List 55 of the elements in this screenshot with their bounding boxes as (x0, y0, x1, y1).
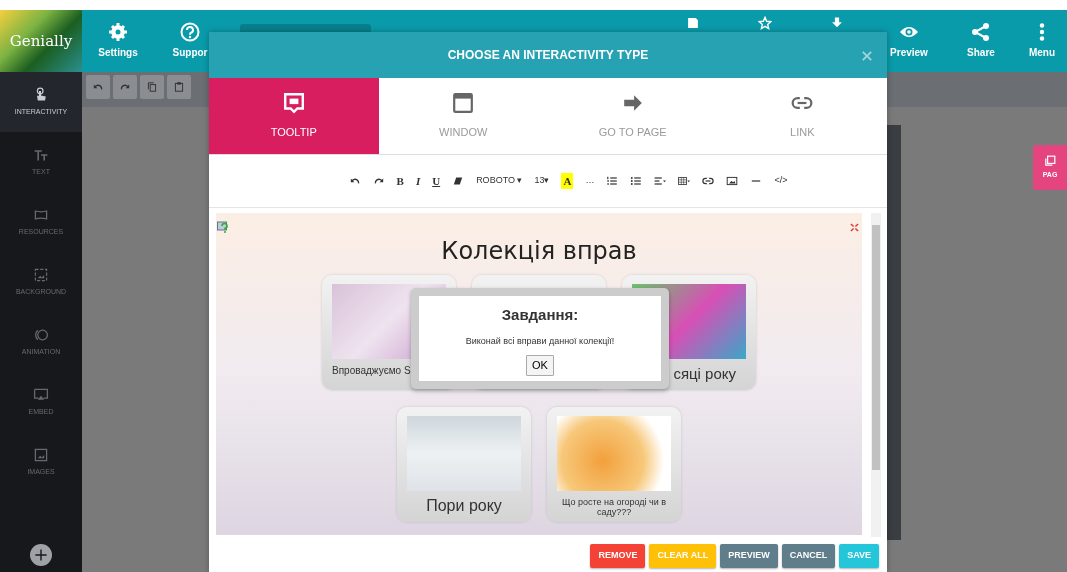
background-icon (33, 266, 49, 283)
scroll-thumb[interactable] (872, 225, 880, 470)
card-caption: сяці року (672, 364, 738, 383)
share-icon (971, 22, 991, 42)
format-button[interactable]: I (415, 172, 421, 190)
logo[interactable]: Genially (0, 10, 82, 72)
format-button[interactable]: ROBOTO ▾ (476, 174, 523, 188)
header-button[interactable]: Menu (1017, 10, 1067, 72)
format-button[interactable]: B (396, 172, 404, 190)
format-button[interactable]: 13▾ (534, 174, 550, 188)
toolbar-button[interactable] (86, 75, 110, 99)
plus-icon (34, 548, 48, 562)
ok-button[interactable]: OK (526, 355, 554, 376)
dialog-title: CHOOSE AN INTERACTIVITY TYPE (447, 47, 649, 64)
star-icon (758, 16, 772, 30)
image-icon[interactable] (726, 175, 739, 187)
popup-title: Завдання: (501, 305, 579, 325)
footer-button[interactable]: PREVIEW (720, 544, 778, 568)
footer-button[interactable]: REMOVE (590, 544, 646, 568)
link-icon[interactable] (702, 175, 715, 187)
format-button[interactable]: … (585, 174, 595, 188)
footer-button[interactable]: SAVE (839, 544, 879, 568)
floppy-icon (686, 16, 700, 30)
download-icon (830, 16, 844, 30)
help-icon (180, 22, 200, 42)
header-button[interactable]: Share (945, 10, 1017, 72)
bullet-list-icon[interactable] (630, 175, 643, 187)
numbered-list-icon[interactable] (606, 175, 619, 187)
header-button[interactable]: Suppor (154, 10, 226, 72)
screen-icon (33, 386, 49, 403)
eraser-icon[interactable] (452, 175, 465, 187)
footer-button[interactable]: CANCEL (781, 544, 836, 568)
card-caption: Що росте на огороді чи в саду??? (560, 496, 668, 518)
card-caption: Пори року (425, 496, 503, 516)
window-icon (452, 91, 475, 114)
clipboard-icon (173, 81, 185, 93)
image-icon (33, 446, 49, 463)
format-button[interactable]: U (432, 172, 441, 190)
align-icon[interactable] (654, 175, 667, 187)
pages-icon (1044, 154, 1056, 167)
toolbar-button[interactable] (167, 75, 191, 99)
highlight-button[interactable]: A (561, 172, 574, 190)
table-icon[interactable] (678, 175, 691, 187)
toolbar-button[interactable] (140, 75, 164, 99)
preview-title: Колекція вправ (440, 237, 638, 266)
toolbar-button[interactable] (113, 75, 137, 99)
copy-icon (146, 81, 158, 93)
type-tab[interactable]: TOOLTIP (209, 78, 379, 154)
tooltip-icon (282, 91, 305, 114)
popup-message: Виконай всі вправи данної колекції! (465, 334, 615, 348)
gear-icon (108, 22, 128, 42)
card-caption: Впроваджуємо S (332, 364, 412, 377)
format-button[interactable]: </> (774, 174, 788, 188)
add-button[interactable] (30, 544, 52, 566)
header-button[interactable]: Settings (82, 10, 154, 72)
